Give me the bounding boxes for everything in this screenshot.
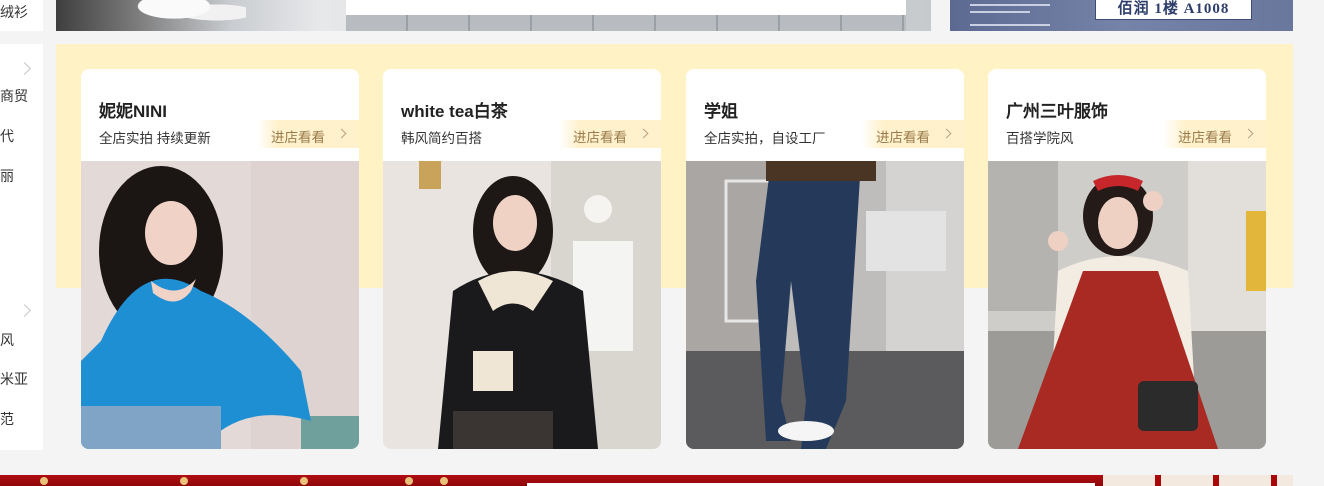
decorative-line	[970, 11, 1030, 13]
store-description: 韩风简约百搭	[401, 131, 482, 146]
ornament-icon	[440, 477, 448, 485]
store-photo[interactable]	[988, 161, 1266, 449]
enter-store-label: 进店看看	[573, 130, 627, 145]
store-photo[interactable]	[81, 161, 359, 449]
sidebar-item[interactable]: 代	[0, 128, 14, 144]
enter-store-label: 进店看看	[1178, 130, 1232, 145]
ornament-icon	[180, 477, 188, 485]
banner-stripe	[346, 15, 906, 31]
decorative-lines	[970, 4, 1050, 26]
ornament-icon	[40, 477, 48, 485]
ornament-icon	[300, 477, 308, 485]
store-card[interactable]: white tea白茶 韩风简约百搭 进店看看	[383, 69, 661, 449]
enter-store-label: 进店看看	[876, 130, 930, 145]
sneaker-image	[126, 0, 246, 31]
store-photo[interactable]	[686, 161, 964, 449]
banner-address: 佰润 1楼 A1008	[1095, 0, 1252, 20]
store-name[interactable]: 妮妮NINI	[99, 97, 167, 122]
promo-banner-right[interactable]: 佰润 1楼 A1008	[950, 0, 1293, 31]
category-sidebar: 绒衫 商贸 代 丽 风 米亚 范	[0, 0, 43, 486]
sidebar-item[interactable]: 米亚	[0, 371, 28, 387]
chevron-right-icon	[336, 128, 347, 139]
chevron-right-icon	[1243, 128, 1254, 139]
chevron-right-icon[interactable]	[18, 304, 31, 317]
enter-store-button[interactable]: 进店看看	[257, 120, 359, 148]
enter-store-button[interactable]: 进店看看	[862, 120, 964, 148]
store-name[interactable]: 广州三叶服饰	[1006, 97, 1108, 122]
sidebar-panel: 商贸 代 丽 风 米亚 范	[0, 44, 43, 450]
sidebar-item[interactable]: 风	[0, 332, 14, 348]
banner-white-panel	[346, 0, 906, 15]
promo-banner-left[interactable]	[56, 0, 931, 31]
store-description: 百搭学院风	[1006, 131, 1074, 146]
sidebar-item[interactable]: 商贸	[0, 88, 28, 104]
chevron-right-icon	[941, 128, 952, 139]
store-card[interactable]: 广州三叶服饰 百搭学院风 进店看看	[988, 69, 1266, 449]
store-description: 全店实拍 持续更新	[99, 131, 211, 146]
sidebar-item-top[interactable]: 绒衫	[0, 4, 28, 20]
enter-store-label: 进店看看	[271, 130, 325, 145]
store-section: 妮妮NINI 全店实拍 持续更新 进店看看 white tea白茶 韩风简约百搭…	[56, 44, 1293, 450]
sidebar-item[interactable]: 丽	[0, 168, 14, 184]
store-name[interactable]: 学姐	[704, 97, 738, 122]
chevron-right-icon	[638, 128, 649, 139]
store-card[interactable]: 妮妮NINI 全店实拍 持续更新 进店看看	[81, 69, 359, 449]
enter-store-button[interactable]: 进店看看	[559, 120, 661, 148]
ornament-icon	[405, 477, 413, 485]
store-card[interactable]: 学姐 全店实拍，自设工厂 进店看看	[686, 69, 964, 449]
store-photo[interactable]	[383, 161, 661, 449]
banner-photo-strip	[1103, 475, 1293, 486]
store-name[interactable]: white tea白茶	[401, 97, 508, 122]
chevron-right-icon[interactable]	[18, 62, 31, 75]
promo-banner-bottom[interactable]	[0, 475, 1293, 486]
enter-store-button[interactable]: 进店看看	[1164, 120, 1266, 148]
store-description: 全店实拍，自设工厂	[704, 131, 826, 146]
sidebar-top-panel: 绒衫	[0, 0, 43, 31]
sidebar-item[interactable]: 范	[0, 411, 14, 427]
